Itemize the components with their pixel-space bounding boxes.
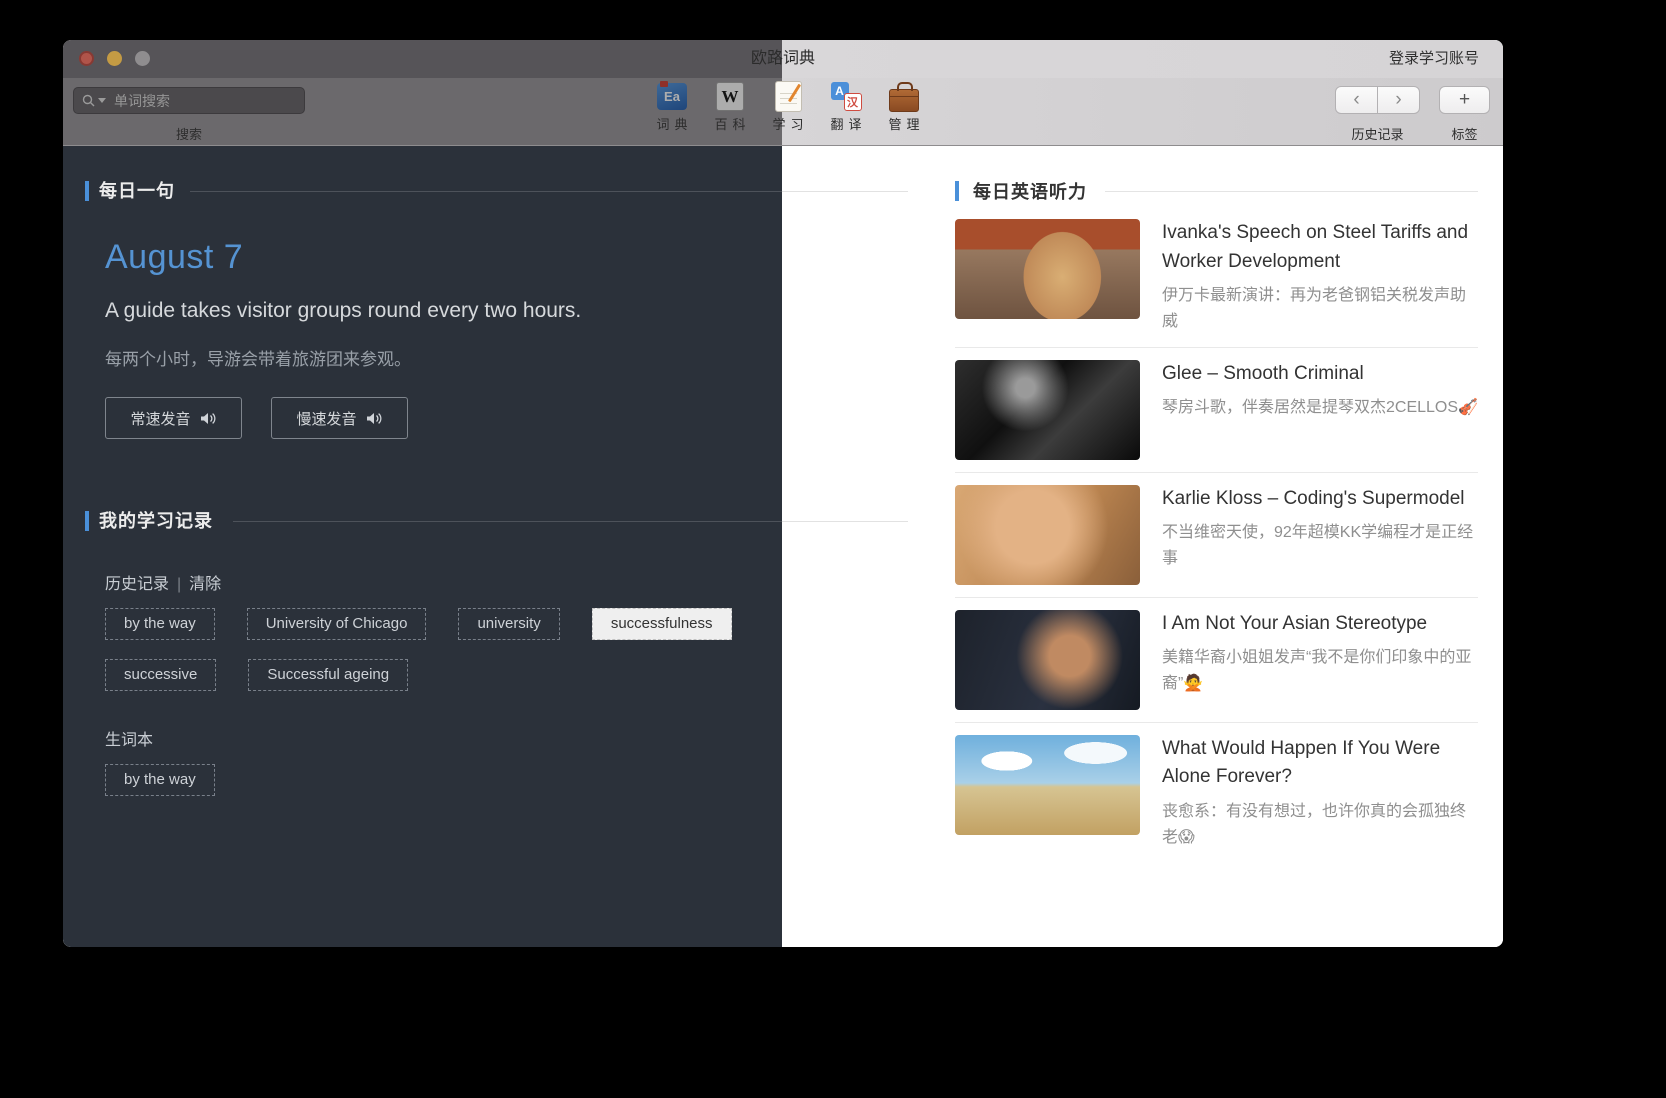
search-icon: [82, 94, 95, 107]
manage-tab[interactable]: 管理: [875, 81, 933, 133]
daily-sentence-chinese: 每两个小时，导游会带着旅游团来参观。: [105, 345, 411, 370]
history-tag[interactable]: by the way: [105, 608, 215, 640]
listening-thumbnail: [955, 735, 1140, 835]
accent-bar: [85, 511, 89, 531]
listening-item-subtitle: 美籍华裔小姐姐发声“我不是你们印象中的亚裔”🙅: [1162, 645, 1478, 697]
manage-icon: [889, 89, 919, 112]
history-label: 历史记录: [105, 576, 169, 593]
normal-speed-label: 常速发音: [130, 408, 190, 429]
daily-sentence-title: 每日一句: [99, 181, 175, 201]
history-tag[interactable]: Successful ageing: [248, 659, 408, 691]
listening-item[interactable]: Ivanka's Speech on Steel Tariffs and Wor…: [955, 219, 1478, 347]
listening-thumbnail: [955, 485, 1140, 585]
listening-item[interactable]: Glee – Smooth Criminal 琴房斗歌，伴奏居然是提琴双杰2CE…: [955, 347, 1478, 472]
slow-speed-button[interactable]: 慢速发音: [271, 397, 408, 439]
accent-bar: [955, 181, 959, 201]
translate-icon: A汉: [831, 82, 862, 111]
study-record-header: 我的学习记录: [63, 511, 908, 531]
speaker-icon: [200, 411, 217, 426]
listening-item-subtitle: 琴房斗歌，伴奏居然是提琴双杰2CELLOS🎻: [1162, 395, 1478, 421]
listening-thumbnail: [955, 360, 1140, 460]
listening-title: 每日英语听力: [973, 178, 1087, 204]
wiki-tab[interactable]: W 百科: [701, 81, 759, 133]
divider: [1105, 191, 1478, 192]
slow-speed-label: 慢速发音: [296, 408, 356, 429]
app-window: 欧路词典 登录学习账号 搜索 Ea 词典 W 百科: [63, 40, 1503, 947]
toolbar-icons: Ea 词典 W 百科 学习 A汉 翻译 管理: [643, 81, 933, 133]
close-button[interactable]: [79, 51, 94, 66]
left-column: 每日一句 August 7 A guide takes visitor grou…: [63, 146, 908, 947]
listening-item-title: Ivanka's Speech on Steel Tariffs and Wor…: [1162, 219, 1478, 276]
minimize-button[interactable]: [107, 51, 122, 66]
search-section-label: 搜索: [73, 124, 305, 143]
history-tags-row-1: by the way University of Chicago univers…: [105, 608, 732, 640]
listening-item[interactable]: What Would Happen If You Were Alone Fore…: [955, 722, 1478, 863]
tags-section-label: 标签: [1439, 124, 1490, 143]
listening-item-title: Glee – Smooth Criminal: [1162, 360, 1478, 389]
listening-thumbnail: [955, 610, 1140, 710]
listening-header: 每日英语听力: [955, 181, 1478, 201]
pronunciation-buttons: 常速发音 慢速发音: [105, 397, 408, 439]
history-tag[interactable]: university: [458, 608, 559, 640]
accent-bar: [85, 181, 89, 201]
dictionary-tab[interactable]: Ea 词典: [643, 81, 701, 133]
window-title: 欧路词典: [751, 40, 815, 78]
manage-label: 管理: [883, 114, 924, 133]
study-label: 学习: [767, 114, 808, 133]
forward-button[interactable]: ›: [1377, 86, 1420, 114]
wordbook-tag[interactable]: by the way: [105, 764, 215, 796]
listening-item-title: Karlie Kloss – Coding's Supermodel: [1162, 485, 1478, 514]
wiki-label: 百科: [709, 114, 750, 133]
translate-tab[interactable]: A汉 翻译: [817, 81, 875, 133]
history-tag[interactable]: University of Chicago: [247, 608, 427, 640]
login-account-link[interactable]: 登录学习账号: [1389, 40, 1479, 78]
desktop-background: 欧路词典 登录学习账号 搜索 Ea 词典 W 百科: [0, 0, 1666, 1098]
content-area: 每日一句 August 7 A guide takes visitor grou…: [63, 146, 1503, 947]
add-tag-button[interactable]: +: [1439, 86, 1490, 114]
search-input[interactable]: [112, 92, 296, 110]
listening-column: 每日英语听力 Ivanka's Speech on Steel Tariffs …: [955, 146, 1478, 947]
listening-item-subtitle: 丧愈系：有没有想过，也许你真的会孤独终老😱: [1162, 799, 1478, 851]
search-field[interactable]: [73, 87, 305, 114]
history-tag-highlighted[interactable]: successfulness: [592, 608, 732, 640]
history-row: 历史记录 | 清除: [105, 570, 221, 594]
history-section-label: 历史记录: [1335, 124, 1420, 143]
listening-item[interactable]: I Am Not Your Asian Stereotype 美籍华裔小姐姐发声…: [955, 597, 1478, 722]
divider: [190, 191, 908, 192]
study-record-title: 我的学习记录: [99, 511, 213, 531]
study-icon: [775, 81, 802, 112]
translate-label: 翻译: [825, 114, 866, 133]
separator: |: [177, 576, 181, 593]
history-tag[interactable]: successive: [105, 659, 216, 691]
zoom-button[interactable]: [135, 51, 150, 66]
listening-item-title: I Am Not Your Asian Stereotype: [1162, 610, 1478, 639]
titlebar: 欧路词典 登录学习账号: [63, 40, 1503, 78]
wordbook-label: 生词本: [105, 726, 153, 750]
chevron-down-icon: [98, 98, 106, 103]
listening-item-subtitle: 不当维密天使，92年超模KK学编程才是正经事: [1162, 520, 1478, 572]
clear-history-link[interactable]: 清除: [189, 576, 221, 593]
study-tab[interactable]: 学习: [759, 81, 817, 133]
daily-sentence-date: August 7: [105, 238, 243, 277]
listening-list: Ivanka's Speech on Steel Tariffs and Wor…: [955, 219, 1478, 947]
back-button[interactable]: ‹: [1335, 86, 1378, 114]
dictionary-icon: Ea: [657, 83, 687, 110]
normal-speed-button[interactable]: 常速发音: [105, 397, 242, 439]
wordbook-tags-row: by the way: [105, 764, 215, 796]
dictionary-label: 词典: [651, 114, 692, 133]
listening-item[interactable]: Karlie Kloss – Coding's Supermodel 不当维密天…: [955, 472, 1478, 597]
listening-item-title: What Would Happen If You Were Alone Fore…: [1162, 735, 1478, 792]
speaker-icon: [366, 411, 383, 426]
history-tags-row-2: successive Successful ageing: [105, 659, 408, 691]
listening-thumbnail: [955, 219, 1140, 319]
daily-sentence-english: A guide takes visitor groups round every…: [105, 299, 581, 323]
wiki-icon: W: [716, 82, 744, 111]
listening-item-subtitle: 伊万卡最新演讲：再为老爸钢铝关税发声助威: [1162, 283, 1478, 335]
toolbar: 搜索 Ea 词典 W 百科 学习 A汉 翻译: [63, 78, 1503, 146]
traffic-lights: [79, 51, 150, 66]
daily-sentence-header: 每日一句: [63, 181, 908, 201]
divider: [233, 521, 908, 522]
history-nav: ‹ ›: [1335, 86, 1420, 114]
